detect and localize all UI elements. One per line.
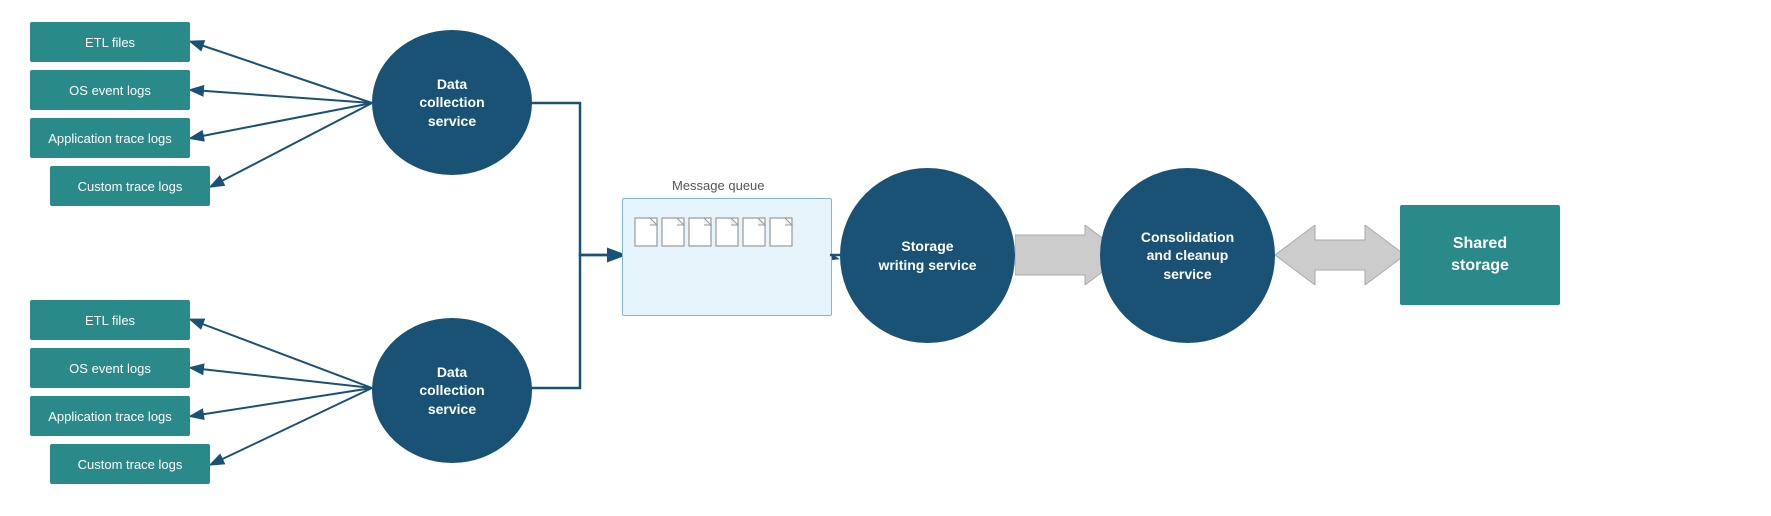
queue-documents (630, 208, 830, 308)
custom-trace-logs-1: Custom trace logs (50, 166, 210, 206)
custom-trace-logs-2: Custom trace logs (50, 444, 210, 484)
data-collection-service-2: Data collection service (372, 318, 532, 463)
etl-files-1: ETL files (30, 22, 190, 62)
etl-files-2: ETL files (30, 300, 190, 340)
message-queue-label: Message queue (672, 178, 765, 193)
storage-writing-service: Storage writing service (840, 168, 1015, 343)
app-trace-logs-1: Application trace logs (30, 118, 190, 158)
consolidation-to-shared-arrow (1275, 225, 1405, 285)
shared-storage-box: Shared storage (1400, 205, 1560, 305)
os-event-logs-1: OS event logs (30, 70, 190, 110)
data-collection-service-1: Data collection service (372, 30, 532, 175)
os-event-logs-2: OS event logs (30, 348, 190, 388)
app-trace-logs-2: Application trace logs (30, 396, 190, 436)
consolidation-cleanup-service: Consolidation and cleanup service (1100, 168, 1275, 343)
architecture-diagram: ETL files OS event logs Application trac… (0, 0, 1771, 516)
